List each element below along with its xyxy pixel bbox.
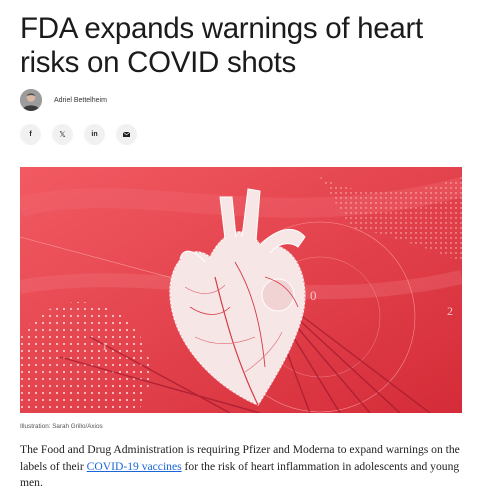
- share-x-button[interactable]: 𝕏: [52, 124, 73, 145]
- byline: Adriel Bettelheim: [20, 89, 107, 111]
- share-bar: f 𝕏 in: [20, 124, 148, 145]
- hero-number-2: 2: [447, 304, 453, 318]
- share-email-button[interactable]: [116, 124, 137, 145]
- author-name[interactable]: Adriel Bettelheim: [54, 97, 107, 104]
- article-headline: FDA expands warnings of heart risks on C…: [20, 12, 423, 79]
- article-lede: The Food and Drug Administration is requ…: [20, 442, 466, 492]
- x-icon: 𝕏: [59, 130, 66, 139]
- author-avatar[interactable]: [20, 89, 42, 111]
- hero-number-0: 0: [310, 288, 317, 303]
- hero-number-1: 1: [102, 341, 108, 353]
- share-linkedin-button[interactable]: in: [84, 124, 105, 145]
- image-credit: Illustration: Sarah Grillo/Axios: [20, 423, 103, 430]
- email-icon: [123, 132, 130, 137]
- facebook-icon: f: [29, 131, 32, 138]
- hero-illustration: 0 2 1: [20, 167, 462, 413]
- share-facebook-button[interactable]: f: [20, 124, 41, 145]
- covid-vaccines-link[interactable]: COVID-19 vaccines: [87, 460, 182, 473]
- linkedin-icon: in: [91, 131, 98, 138]
